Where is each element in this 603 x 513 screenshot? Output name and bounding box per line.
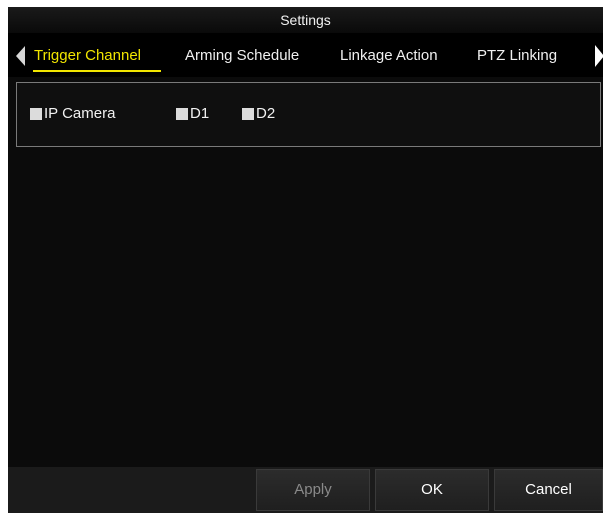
channel-label: D2 bbox=[256, 105, 276, 122]
cancel-button[interactable]: Cancel bbox=[494, 469, 603, 511]
active-tab-underline bbox=[33, 70, 161, 72]
channel-label: D1 bbox=[190, 105, 210, 122]
tab-scroll-left-icon[interactable] bbox=[16, 46, 25, 66]
checkbox-icon[interactable] bbox=[30, 108, 42, 120]
dialog-title: Settings bbox=[8, 7, 603, 33]
settings-dialog: Settings Trigger Channel Arming Schedule… bbox=[8, 7, 603, 513]
channel-ip-camera[interactable]: IP Camera bbox=[30, 106, 115, 122]
checkbox-icon[interactable] bbox=[242, 108, 254, 120]
tab-scroll-right-icon[interactable] bbox=[595, 45, 603, 67]
tab-ptz-linking[interactable]: PTZ Linking bbox=[477, 47, 557, 64]
tab-trigger-channel[interactable]: Trigger Channel bbox=[34, 47, 141, 64]
channel-label: IP Camera bbox=[44, 105, 116, 122]
dialog-footer: Apply OK Cancel bbox=[8, 467, 603, 513]
channel-d1[interactable]: D1 bbox=[176, 106, 209, 122]
tab-arming-schedule[interactable]: Arming Schedule bbox=[185, 47, 299, 64]
ok-button[interactable]: OK bbox=[375, 469, 489, 511]
channel-d2[interactable]: D2 bbox=[242, 106, 275, 122]
trigger-channel-panel: IP Camera D1 D2 bbox=[16, 82, 601, 147]
tab-linkage-action[interactable]: Linkage Action bbox=[340, 47, 438, 64]
tab-bar: Trigger Channel Arming Schedule Linkage … bbox=[8, 33, 603, 77]
checkbox-icon[interactable] bbox=[176, 108, 188, 120]
apply-button[interactable]: Apply bbox=[256, 469, 370, 511]
